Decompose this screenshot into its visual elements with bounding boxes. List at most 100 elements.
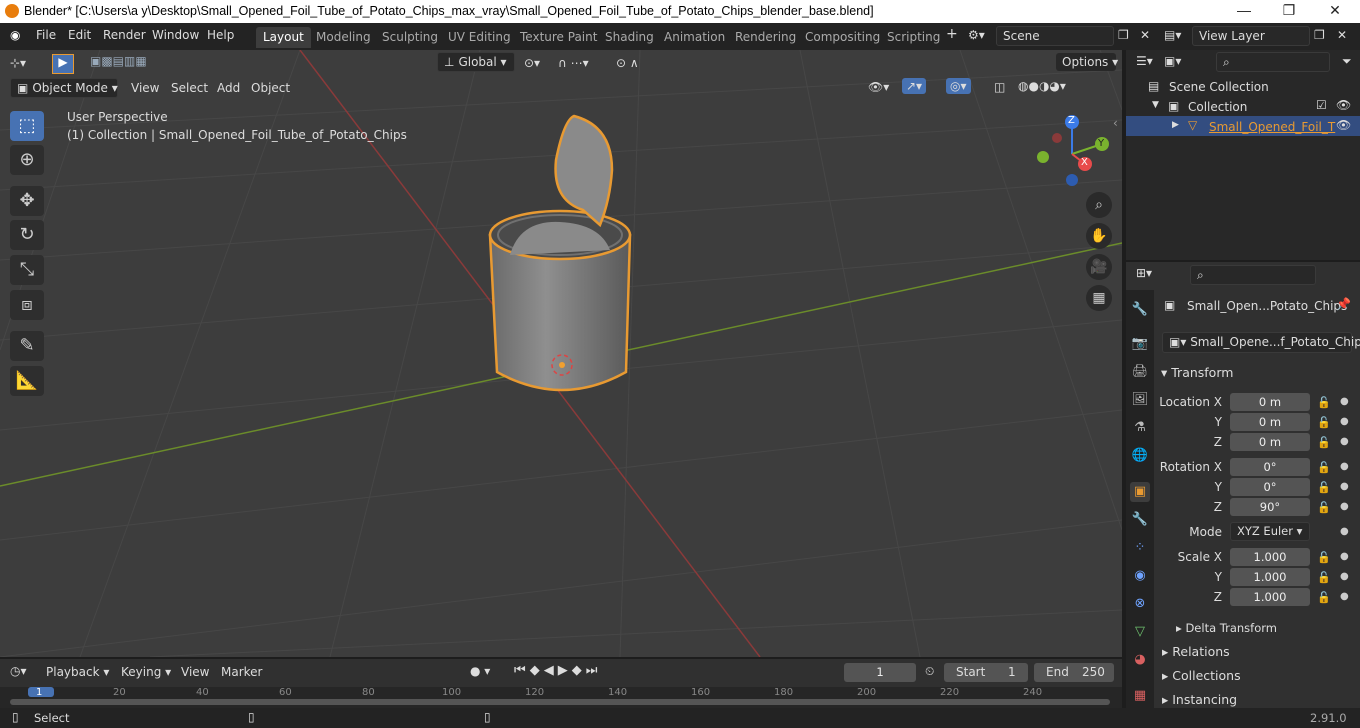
delta-transform-header[interactable]: ▸ Delta Transform	[1176, 621, 1277, 635]
tab-uv-editing[interactable]: UV Editing	[441, 27, 518, 48]
keyframe-dot-icon[interactable]: ●	[1340, 481, 1349, 492]
preview-range-icon[interactable]: ⏲	[925, 664, 934, 679]
scale-x-field[interactable]: 1.000	[1230, 548, 1310, 566]
properties-editor-icon[interactable]: ⊞▾	[1136, 266, 1152, 280]
perspective-grid-icon[interactable]: ▦	[1086, 285, 1112, 311]
object-visibility-icon[interactable]: 👁	[1336, 118, 1351, 132]
location-y-field[interactable]: 0 m	[1230, 413, 1310, 431]
keyframe-dot-icon[interactable]: ●	[1340, 416, 1349, 427]
cursor-tool-icon[interactable]: ⊕	[10, 145, 44, 175]
xray-icon[interactable]: ◫	[994, 80, 1005, 94]
pivot-point-icon[interactable]: ⊙▾	[524, 56, 540, 70]
view-menu[interactable]: View	[131, 81, 159, 95]
tab-rendering[interactable]: Rendering	[728, 27, 803, 48]
lock-rotation-y-icon[interactable]: 🔓	[1317, 481, 1331, 494]
object-expand-icon[interactable]: ▶	[1172, 120, 1179, 130]
transform-tool-icon[interactable]: ⧈	[10, 290, 44, 320]
scale-tool-icon[interactable]: ⤡	[10, 255, 44, 285]
keyframe-dot-icon[interactable]: ●	[1340, 461, 1349, 472]
proportional-edit-icon[interactable]: ⊙ ∧	[616, 56, 639, 70]
end-frame-field[interactable]: End 250	[1034, 663, 1114, 682]
tab-scripting[interactable]: Scripting	[880, 27, 947, 48]
menu-render[interactable]: Render	[103, 28, 146, 42]
overlays-icon[interactable]: ◎▾	[946, 78, 971, 94]
timeline-view-menu[interactable]: View	[181, 665, 209, 679]
new-view-layer-icon[interactable]: ❐	[1314, 28, 1325, 42]
object-menu[interactable]: Object	[251, 81, 290, 95]
zoom-icon[interactable]: ⌕	[1086, 192, 1112, 218]
display-mode-icon[interactable]: ▣▾	[1164, 54, 1181, 68]
tab-animation[interactable]: Animation	[657, 27, 732, 48]
lock-rotation-z-icon[interactable]: 🔓	[1317, 501, 1331, 514]
tab-compositing[interactable]: Compositing	[798, 27, 887, 48]
scene-name-field[interactable]: Scene	[996, 26, 1114, 46]
data-tab-icon[interactable]: ▽	[1130, 622, 1150, 642]
keyframe-dot-icon[interactable]: ●	[1340, 396, 1349, 407]
tab-layout[interactable]: Layout	[256, 27, 311, 48]
scale-y-field[interactable]: 1.000	[1230, 568, 1310, 586]
collection-checkbox[interactable]: ☑	[1316, 98, 1327, 112]
location-x-field[interactable]: 0 m	[1230, 393, 1310, 411]
rotation-z-field[interactable]: 90°	[1230, 498, 1310, 516]
lock-location-y-icon[interactable]: 🔓	[1317, 416, 1331, 429]
navigation-gizmo[interactable]	[1030, 114, 1120, 194]
properties-search-input[interactable]: ⌕	[1190, 265, 1316, 285]
3d-viewport[interactable]: ⊹▾ ▶ ▣▩▤▥▦ ⊥ Global ▾ ⊙▾ ∩ ⋯▾ ⊙ ∧ Options…	[0, 50, 1122, 657]
keyframe-dot-icon[interactable]: ●	[1340, 551, 1349, 562]
menu-help[interactable]: Help	[207, 28, 234, 42]
collection-expand-icon[interactable]: ▼	[1152, 100, 1159, 110]
instancing-header[interactable]: ▸ Instancing	[1162, 692, 1237, 707]
rotation-x-field[interactable]: 0°	[1230, 458, 1310, 476]
lock-rotation-x-icon[interactable]: 🔓	[1317, 461, 1331, 474]
minimize-button[interactable]: —	[1234, 2, 1254, 18]
current-frame-field[interactable]: 1	[844, 663, 916, 682]
render-tab-icon[interactable]: 📷	[1130, 334, 1150, 354]
options-dropdown[interactable]: Options ▾	[1056, 53, 1118, 71]
menu-file[interactable]: File	[36, 28, 56, 42]
tool-tab-icon[interactable]: 🔧	[1130, 300, 1150, 320]
lock-location-z-icon[interactable]: 🔓	[1317, 436, 1331, 449]
start-frame-field[interactable]: Start 1	[944, 663, 1028, 682]
maximize-button[interactable]: ❐	[1279, 2, 1299, 19]
tab-texture-paint[interactable]: Texture Paint	[513, 27, 604, 48]
timeline-scrollbar[interactable]	[10, 699, 1110, 705]
rotation-y-field[interactable]: 0°	[1230, 478, 1310, 496]
add-menu[interactable]: Add	[217, 81, 240, 95]
potato-chips-tube-object[interactable]	[488, 114, 632, 392]
visibility-icon[interactable]: 👁▾	[868, 80, 889, 94]
keyframe-dot-icon[interactable]: ●	[1340, 571, 1349, 582]
output-tab-icon[interactable]: 🖨	[1130, 362, 1150, 382]
view-layer-field[interactable]: View Layer	[1192, 26, 1310, 46]
collections-header[interactable]: ▸ Collections	[1162, 668, 1241, 683]
keyframe-dot-icon[interactable]: ●	[1340, 436, 1349, 447]
gizmo-toggle-icon[interactable]: ↗▾	[902, 78, 927, 94]
remove-scene-icon[interactable]: ✕	[1140, 28, 1150, 42]
transform-orientation-dropdown[interactable]: ⊥ Global ▾	[437, 52, 515, 72]
material-tab-icon[interactable]: ◕	[1130, 650, 1150, 670]
select-menu[interactable]: Select	[171, 81, 208, 95]
keyframe-dot-icon[interactable]: ●	[1340, 501, 1349, 512]
frame-ruler[interactable]: 1 20 40 60 80 100 120 140 160 180 200 22…	[0, 687, 1122, 708]
playback-menu[interactable]: Playback ▾	[46, 665, 109, 679]
scale-z-field[interactable]: 1.000	[1230, 588, 1310, 606]
move-tool-icon[interactable]: ✥	[10, 186, 44, 216]
lock-scale-y-icon[interactable]: 🔓	[1317, 571, 1331, 584]
object-datablock-field[interactable]: ▣▾ Small_Opene...f_Potato_Chips	[1162, 332, 1360, 353]
tab-modeling[interactable]: Modeling	[309, 27, 378, 48]
object-mode-dropdown[interactable]: ▣ Object Mode ▾	[10, 78, 118, 98]
blender-menu-icon[interactable]: ◉	[10, 28, 20, 42]
outliner-editor-icon[interactable]: ☰▾	[1136, 54, 1153, 68]
filter-icon[interactable]: ⏷	[1342, 54, 1352, 69]
lock-scale-z-icon[interactable]: 🔓	[1317, 591, 1331, 604]
keyframe-dot-icon[interactable]: ●	[1340, 591, 1349, 602]
marker-menu[interactable]: Marker	[221, 665, 262, 679]
snap-icon[interactable]: ∩ ⋯▾	[558, 56, 589, 70]
view-layer-icon[interactable]: ▤▾	[1164, 28, 1181, 42]
lock-location-x-icon[interactable]: 🔓	[1317, 396, 1331, 409]
new-scene-icon[interactable]: ❐	[1118, 28, 1129, 42]
lock-scale-x-icon[interactable]: 🔓	[1317, 551, 1331, 564]
measure-tool-icon[interactable]: 📐	[10, 366, 44, 396]
outliner-search-input[interactable]: ⌕	[1216, 52, 1330, 72]
selection-mode-icons[interactable]: ▣▩▤▥▦	[90, 54, 147, 68]
close-button[interactable]: ✕	[1325, 2, 1345, 19]
